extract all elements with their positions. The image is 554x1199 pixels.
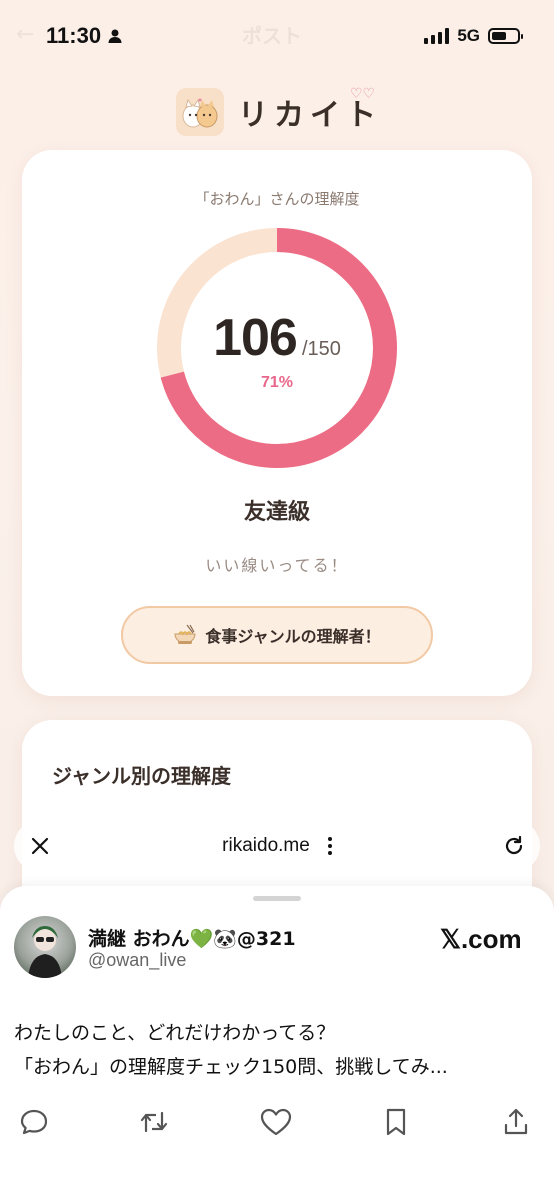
share-icon — [504, 1108, 528, 1135]
avatar[interactable] — [14, 916, 76, 978]
result-subtitle: 「おわん」さんの理解度 — [194, 190, 360, 208]
repost-button[interactable] — [134, 1102, 174, 1142]
reply-button[interactable] — [14, 1102, 54, 1142]
result-card: 「おわん」さんの理解度 106 /150 71% 友達級 いい線いってる！ 食事… — [22, 150, 532, 696]
url-text: rikaido.me — [222, 835, 310, 856]
status-indicators: 5G — [424, 26, 523, 46]
time-text: 11:30 — [46, 23, 102, 48]
status-time: 11:30 — [46, 23, 123, 49]
score-total: /150 — [301, 338, 341, 360]
post-actions — [0, 1102, 554, 1142]
post-text-line2: 「おわん」の理解度チェック150問、挑戦してみ... — [14, 1056, 448, 1078]
hearts-icon: ♡♡ — [350, 86, 376, 102]
signal-icon — [424, 28, 450, 44]
rank-label: 友達級 — [243, 500, 310, 525]
share-button[interactable] — [496, 1102, 536, 1142]
faded-back-icon: ← — [16, 22, 35, 47]
more-icon[interactable] — [327, 837, 332, 855]
reload-icon — [505, 835, 523, 855]
like-icon — [260, 1108, 292, 1136]
genre-card-title: ジャンル別の理解度 — [52, 764, 231, 788]
badge-label: 食事ジャンルの理解者！ — [205, 627, 381, 646]
close-icon — [31, 837, 49, 855]
ramen-icon — [174, 624, 196, 644]
in-app-browser-bar: rikaido.me — [0, 816, 554, 880]
person-icon — [108, 29, 122, 43]
sheet-grabber[interactable] — [253, 896, 301, 901]
like-button[interactable] — [256, 1102, 296, 1142]
x-logo: 𝕏.com — [440, 924, 522, 954]
rank-comment: いい線いってる！ — [205, 556, 349, 575]
post-text-line1: わたしのこと、どれだけわかってる？ — [14, 1022, 336, 1044]
user-handle: @owan_live — [88, 950, 187, 970]
bookmark-icon — [386, 1108, 406, 1136]
url-pill[interactable]: rikaido.me — [178, 818, 376, 874]
faded-page-title: ポスト — [242, 24, 302, 48]
repost-icon — [140, 1111, 168, 1133]
close-button[interactable] — [14, 820, 66, 872]
battery-icon — [488, 28, 523, 44]
genre-badge: 食事ジャンルの理解者！ — [121, 606, 433, 664]
network-type: 5G — [457, 26, 480, 45]
app-logo-icon — [176, 88, 224, 136]
score-display: 106 /150 — [22, 308, 532, 368]
score-value: 106 — [213, 309, 298, 367]
post-sheet: 満継 おわん💚🐼@321 @owan_live 𝕏.com わたしのこと、どれだ… — [0, 886, 554, 1199]
reply-icon — [20, 1109, 48, 1135]
display-name: 満継 おわん💚🐼@321 — [88, 928, 296, 950]
reload-button[interactable] — [488, 820, 540, 872]
score-percent: 71% — [260, 374, 294, 391]
bookmark-button[interactable] — [376, 1102, 416, 1142]
